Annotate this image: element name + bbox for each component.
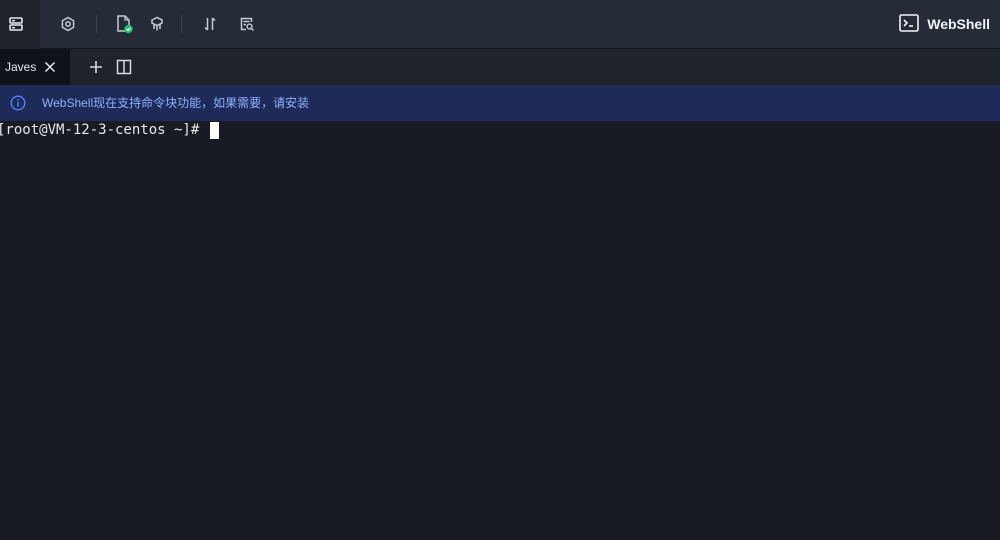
- notice-banner: WebShell现在支持命令块功能，如果需要，请安装: [0, 85, 1000, 121]
- notice-text[interactable]: WebShell现在支持命令块功能，如果需要，请安装: [42, 95, 309, 111]
- webshell-app: WebShell Javes WebShell现在支持命令块功能，如果需要，请安…: [0, 0, 1000, 540]
- brand-label: WebShell: [927, 16, 990, 32]
- add-tab-icon[interactable]: [87, 58, 105, 76]
- terminal-line: [root@VM-12-3-centos ~]#: [0, 121, 219, 139]
- tab-bar: Javes: [0, 49, 1000, 85]
- tab-javes[interactable]: Javes: [0, 49, 70, 85]
- server-list-icon[interactable]: [4, 12, 28, 36]
- transfer-icon[interactable]: [198, 12, 222, 36]
- terminal-icon: [899, 13, 920, 35]
- toolbar-divider: [181, 15, 182, 33]
- top-toolbar: WebShell: [0, 0, 1000, 49]
- terminal-prompt: [root@VM-12-3-centos ~]#: [0, 122, 208, 138]
- split-view-icon[interactable]: [115, 58, 133, 76]
- settings-icon[interactable]: [56, 12, 80, 36]
- info-icon: [10, 95, 26, 111]
- brush-icon[interactable]: [145, 12, 169, 36]
- tab-label: Javes: [5, 60, 37, 74]
- brand: WebShell: [899, 12, 990, 36]
- file-search-icon[interactable]: [235, 12, 259, 36]
- file-upload-icon[interactable]: [112, 12, 136, 36]
- terminal-cursor: [209, 121, 219, 139]
- close-icon[interactable]: [42, 59, 58, 75]
- toolbar-divider: [96, 15, 97, 33]
- terminal-area[interactable]: [root@VM-12-3-centos ~]#: [0, 121, 1000, 540]
